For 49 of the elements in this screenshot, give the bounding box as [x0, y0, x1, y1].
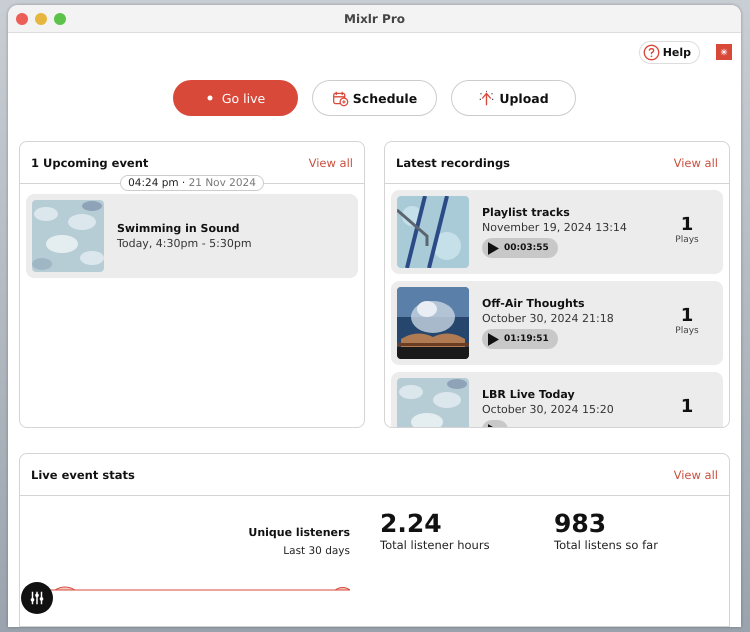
panel-title: Latest recordings — [396, 156, 510, 170]
plays-label: Plays — [675, 235, 699, 245]
chart-title: Unique listeners — [248, 526, 350, 539]
event-card[interactable]: Swimming in Sound Today, 4:30pm - 5:30pm — [26, 194, 358, 278]
go-live-button[interactable]: Go live — [173, 80, 298, 116]
stat-label: Total listens so far — [554, 538, 659, 552]
chart-period: Last 30 days — [283, 545, 350, 557]
panel-title: Live event stats — [31, 468, 135, 482]
recording-date: October 30, 2024 15:20 — [482, 403, 615, 416]
schedule-button[interactable]: Schedule — [312, 80, 437, 116]
dot-icon — [206, 94, 214, 102]
date-pill: 04:24 pm · 21 Nov 2024 — [120, 175, 264, 191]
stat-label: Total listener hours — [380, 538, 491, 552]
recording-title: LBR Live Today — [482, 388, 576, 401]
recording-card[interactable]: Off-Air Thoughts October 30, 2024 21:18 01:19:51 1 Plays — [391, 281, 723, 365]
upload-icon — [478, 90, 496, 106]
event-time: Today, 4:30pm - 5:30pm — [117, 237, 253, 250]
play-icon — [488, 242, 499, 254]
play-count: 1 — [680, 215, 694, 235]
view-all-link[interactable]: View all — [674, 468, 718, 482]
zoom-button[interactable] — [54, 13, 66, 25]
menu-button[interactable] — [716, 44, 732, 60]
recording-card[interactable]: Playlist tracks November 19, 2024 13:14 00:03:55 1 Plays — [391, 190, 723, 274]
close-button[interactable] — [16, 13, 28, 25]
recording-card[interactable]: LBR Live Today October 30, 2024 15:20 1 — [391, 372, 723, 427]
event-title: Swimming in Sound — [117, 222, 241, 235]
sliders-icon — [28, 589, 46, 607]
window-title: Mixlr Pro — [344, 12, 405, 26]
play-icon — [488, 332, 499, 346]
recording-date: November 19, 2024 13:14 — [482, 221, 628, 234]
recording-title: Off-Air Thoughts — [482, 297, 586, 310]
question-icon — [642, 44, 660, 60]
panel-title: 1 Upcoming event — [31, 156, 148, 170]
play-button[interactable]: 00:03:55 — [482, 238, 558, 258]
mixer-button[interactable] — [21, 582, 53, 614]
stat-value: 2.24 — [380, 510, 443, 538]
play-count: 1 — [680, 306, 694, 326]
view-all-link[interactable]: View all — [674, 156, 718, 170]
play-button[interactable]: 01:19:51 — [482, 329, 558, 349]
plays-label: Plays — [675, 326, 699, 336]
play-count: 1 — [680, 397, 694, 417]
view-all-link[interactable]: View all — [308, 156, 353, 170]
stat-value: 983 — [554, 510, 608, 538]
sparkle-icon — [720, 48, 728, 56]
recording-date: October 30, 2024 21:18 — [482, 312, 615, 325]
calendar-add-icon — [332, 90, 349, 106]
help-button[interactable]: Help — [638, 40, 700, 64]
recording-title: Playlist tracks — [482, 206, 571, 219]
upload-button[interactable]: Upload — [451, 80, 576, 116]
